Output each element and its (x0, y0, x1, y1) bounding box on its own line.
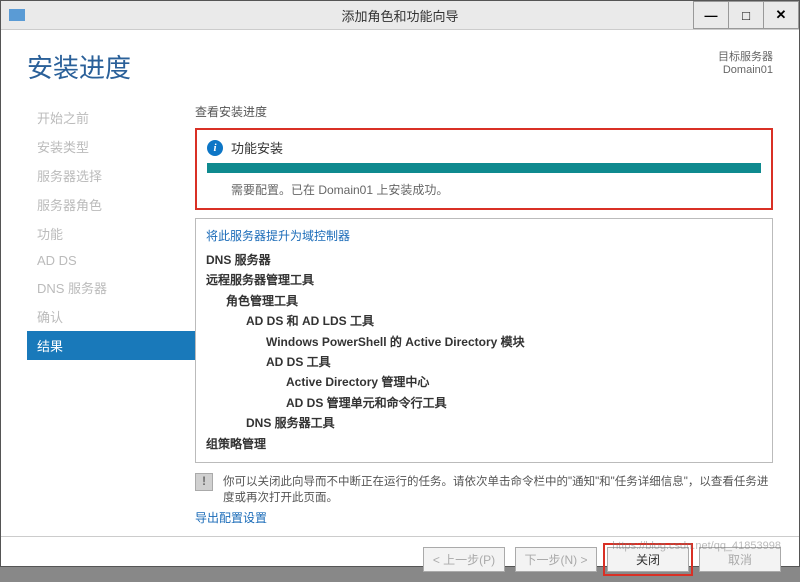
tree-item: AD DS 和 AD LDS 工具 (246, 311, 762, 331)
nav-adds: AD DS (27, 248, 195, 273)
nav-before-begin: 开始之前 (27, 103, 195, 132)
minimize-button[interactable]: — (693, 1, 729, 29)
nav-dns: DNS 服务器 (27, 273, 195, 302)
tree-item: AD DS 管理单元和命令行工具 (286, 393, 762, 413)
right-pane: 查看安装进度 i 功能安装 需要配置。已在 Domain01 上安装成功。 将此… (195, 103, 773, 526)
nav-confirm: 确认 (27, 302, 195, 331)
tree-item: Active Directory 管理中心 (286, 372, 762, 392)
window-controls: — □ ✕ (694, 1, 799, 29)
wizard-window: 添加角色和功能向导 — □ ✕ 安装进度 目标服务器 Domain01 开始之前… (0, 0, 800, 567)
main-row: 开始之前 安装类型 服务器选择 服务器角色 功能 AD DS DNS 服务器 确… (27, 103, 773, 526)
header-row: 安装进度 目标服务器 Domain01 (27, 48, 773, 85)
content-area: 安装进度 目标服务器 Domain01 开始之前 安装类型 服务器选择 服务器角… (1, 30, 799, 536)
promote-dc-link[interactable]: 将此服务器提升为域控制器 (206, 227, 762, 244)
maximize-button[interactable]: □ (728, 1, 764, 29)
tree-item: 远程服务器管理工具 (206, 270, 762, 290)
tree-item: 组策略管理 (206, 434, 762, 454)
nav-features: 功能 (27, 219, 195, 248)
tree-item: DNS 服务器 (206, 250, 762, 270)
cancel-button: 取消 (699, 547, 781, 572)
tree-item: AD DS 工具 (266, 352, 762, 372)
export-config-link[interactable]: 导出配置设置 (195, 509, 773, 526)
next-button: 下一步(N) > (515, 547, 597, 572)
view-progress-label: 查看安装进度 (195, 103, 773, 120)
info-icon: i (207, 140, 223, 156)
app-icon (9, 9, 25, 21)
nav-install-type: 安装类型 (27, 132, 195, 161)
titlebar: 添加角色和功能向导 — □ ✕ (1, 1, 799, 30)
target-value: Domain01 (718, 64, 773, 76)
flag-icon: ! (195, 473, 213, 491)
status-title: 功能安装 (231, 138, 283, 157)
status-message: 需要配置。已在 Domain01 上安装成功。 (207, 181, 761, 198)
tree-item: Windows PowerShell 的 Active Directory 模块 (266, 332, 762, 352)
progress-bar (207, 163, 761, 173)
sidebar: 开始之前 安装类型 服务器选择 服务器角色 功能 AD DS DNS 服务器 确… (27, 103, 195, 526)
tree-item: 角色管理工具 (226, 291, 762, 311)
target-label: 目标服务器 (718, 48, 773, 64)
close-window-button[interactable]: ✕ (763, 1, 799, 29)
page-title: 安装进度 (27, 48, 131, 85)
status-box: i 功能安装 需要配置。已在 Domain01 上安装成功。 (195, 128, 773, 210)
nav-results: 结果 (27, 331, 195, 360)
footer: < 上一步(P) 下一步(N) > 关闭 取消 (1, 536, 799, 582)
results-tree[interactable]: 将此服务器提升为域控制器 DNS 服务器远程服务器管理工具角色管理工具AD DS… (195, 218, 773, 463)
target-info: 目标服务器 Domain01 (718, 48, 773, 76)
tree-item: DNS 服务器工具 (246, 413, 762, 433)
nav-server-roles: 服务器角色 (27, 190, 195, 219)
nav-server-select: 服务器选择 (27, 161, 195, 190)
note-text: 你可以关闭此向导而不中断正在运行的任务。请依次单击命令栏中的"通知"和"任务详细… (223, 473, 773, 505)
previous-button: < 上一步(P) (423, 547, 505, 572)
window-title: 添加角色和功能向导 (1, 6, 799, 25)
close-button[interactable]: 关闭 (607, 547, 689, 572)
note-row: ! 你可以关闭此向导而不中断正在运行的任务。请依次单击命令栏中的"通知"和"任务… (195, 473, 773, 505)
